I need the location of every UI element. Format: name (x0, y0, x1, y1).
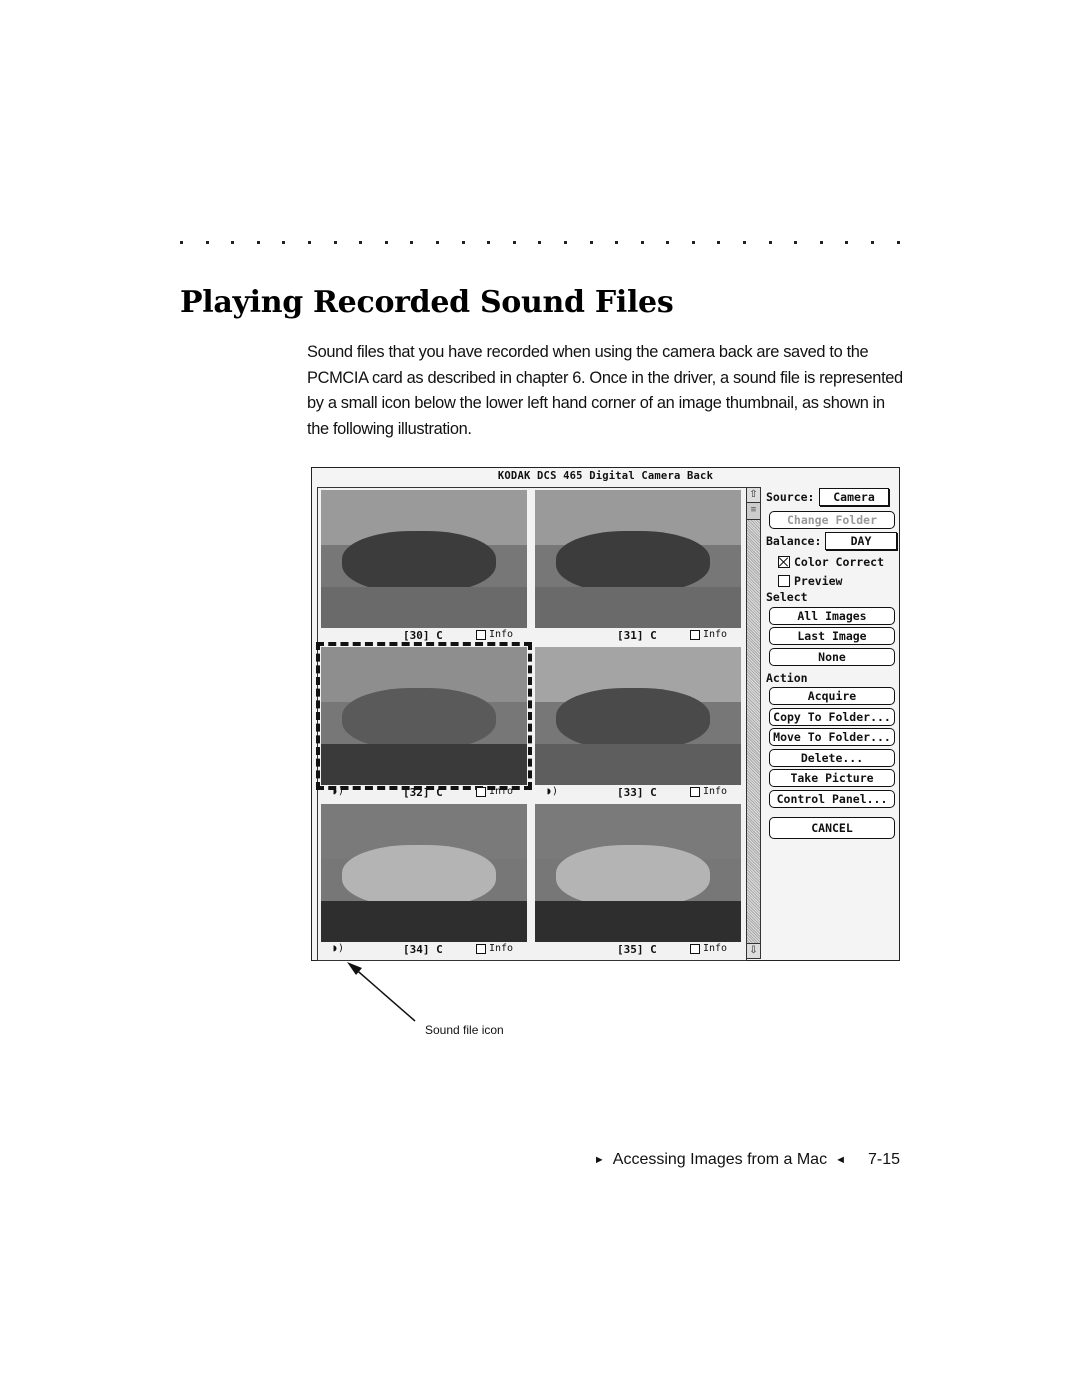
footer-left-triangle-icon: ◄ (835, 1154, 846, 1166)
footer-right-triangle-icon: ► (593, 1154, 605, 1166)
page-number: 7-15 (867, 1151, 900, 1168)
sound-file-icon-callout: Sound file icon (425, 1023, 504, 1037)
footer-section-title: Accessing Images from a Mac (612, 1151, 828, 1168)
callout-arrow (347, 962, 416, 1022)
callout-line (351, 965, 416, 1022)
page-footer: ► Accessing Images from a Mac ◄ 7-15 (594, 1151, 900, 1169)
